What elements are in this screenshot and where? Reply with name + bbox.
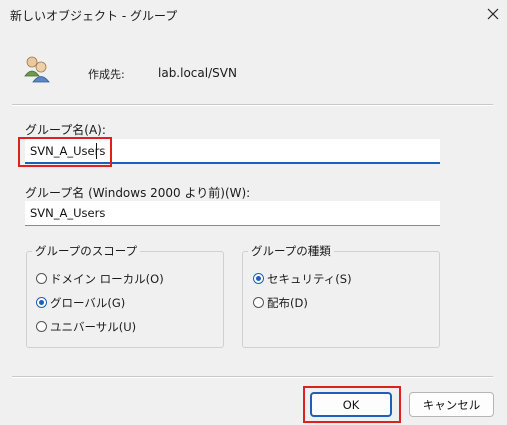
scope-global-radio[interactable] bbox=[36, 297, 47, 308]
scope-universal-radio[interactable] bbox=[36, 321, 47, 332]
create-in-path: lab.local/SVN bbox=[158, 66, 237, 80]
group-name-input[interactable] bbox=[25, 139, 440, 164]
group-name-label: グループ名(A): bbox=[25, 123, 106, 137]
separator-top bbox=[12, 104, 493, 106]
group-scope-legend: グループのスコープ bbox=[32, 243, 141, 259]
separator-bottom bbox=[12, 376, 493, 378]
window-title: 新しいオブジェクト - グループ bbox=[10, 9, 178, 23]
group-type-legend: グループの種類 bbox=[248, 243, 334, 259]
type-distribution-radio[interactable] bbox=[253, 297, 264, 308]
type-distribution-label[interactable]: 配布(D) bbox=[267, 295, 308, 311]
pre2000-name-input[interactable] bbox=[25, 201, 440, 226]
scope-global-label[interactable]: グローバル(G) bbox=[50, 295, 125, 311]
close-icon[interactable] bbox=[484, 5, 502, 23]
cancel-button[interactable]: キャンセル bbox=[409, 392, 494, 417]
type-security-label[interactable]: セキュリティ(S) bbox=[267, 271, 352, 287]
scope-domain-local-radio[interactable] bbox=[36, 273, 47, 284]
users-group-icon bbox=[22, 54, 52, 84]
create-in-label: 作成先: bbox=[88, 68, 125, 81]
scope-universal-label[interactable]: ユニバーサル(U) bbox=[50, 319, 136, 335]
ok-button[interactable]: OK bbox=[310, 392, 392, 417]
scope-domain-local-label[interactable]: ドメイン ローカル(O) bbox=[50, 271, 164, 287]
pre2000-name-label: グループ名 (Windows 2000 より前)(W): bbox=[25, 186, 251, 200]
type-security-radio[interactable] bbox=[253, 273, 264, 284]
text-cursor bbox=[96, 143, 97, 159]
